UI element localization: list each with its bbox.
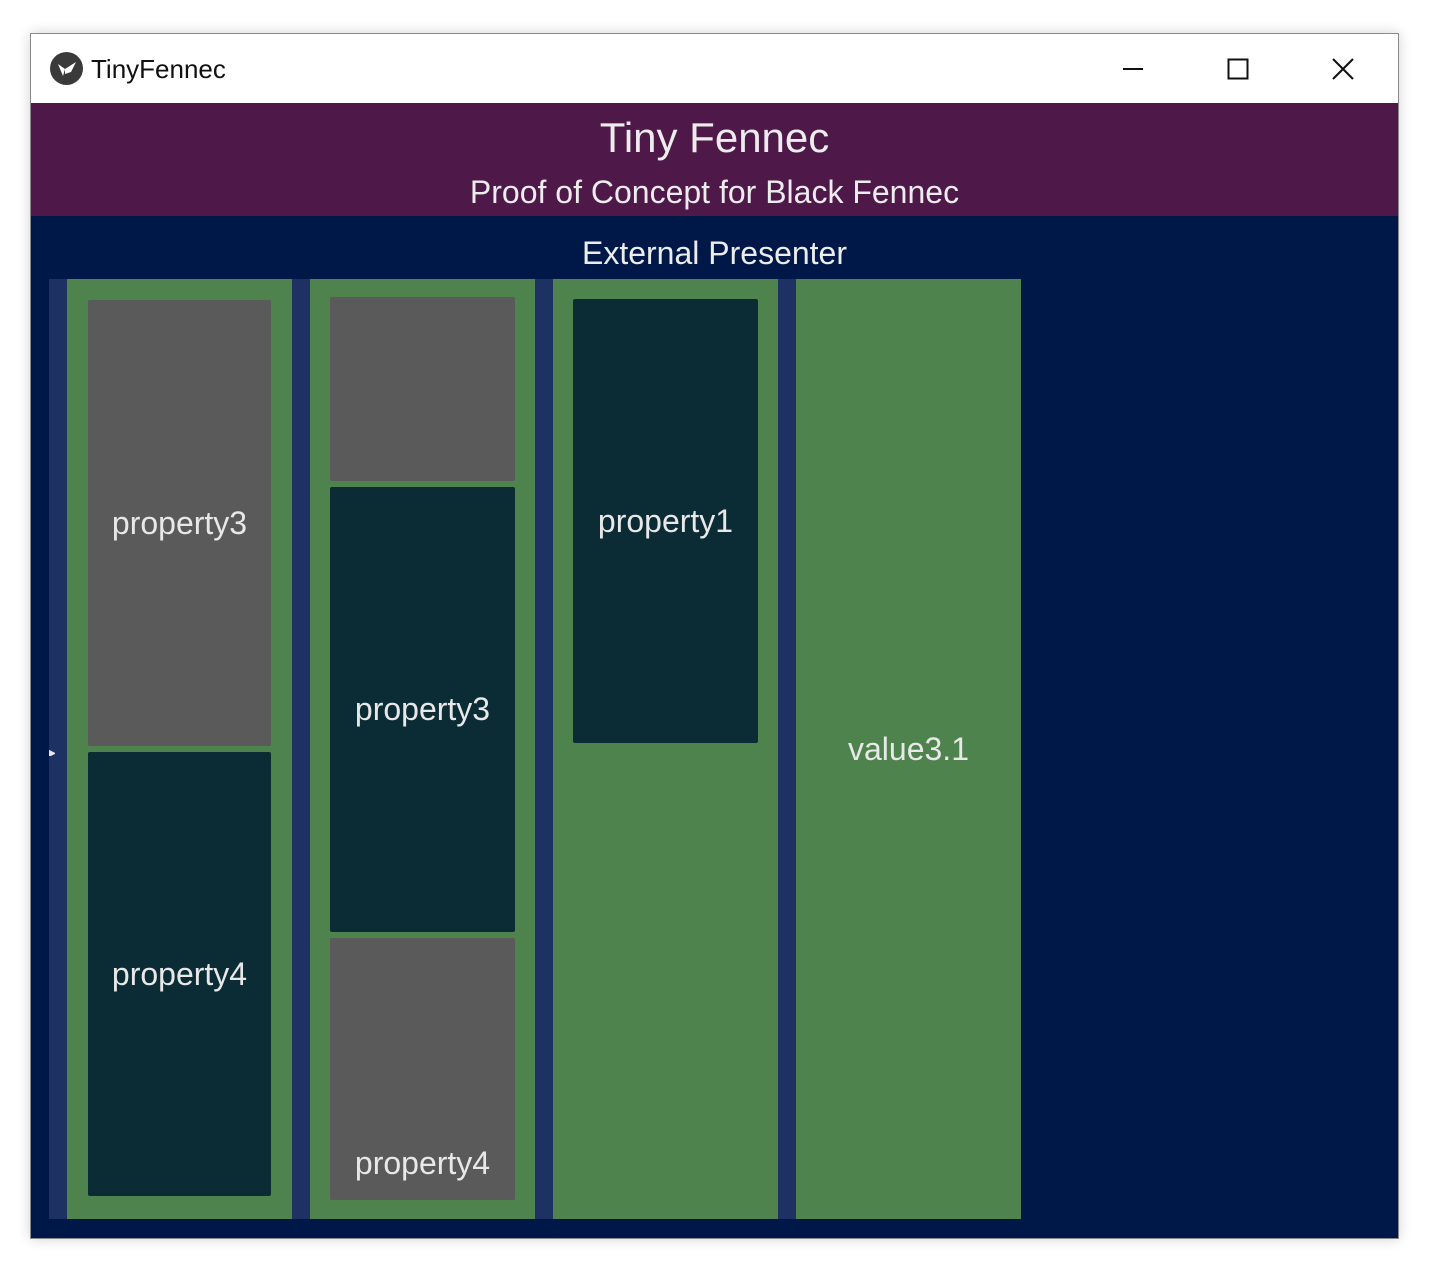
- page-title: Tiny Fennec: [599, 114, 830, 161]
- list-item[interactable]: [330, 297, 515, 481]
- window-title: TinyFennec: [91, 54, 226, 84]
- maximize-icon: [1227, 58, 1249, 79]
- column-4[interactable]: value3.1: [796, 279, 1021, 1219]
- list-item[interactable]: property3: [88, 300, 271, 746]
- list-item[interactable]: property3: [330, 487, 515, 932]
- minimize-button[interactable]: [1081, 34, 1185, 103]
- column-3[interactable]: property1: [553, 279, 778, 1219]
- close-button[interactable]: [1291, 34, 1395, 103]
- value-label: value3.1: [848, 731, 969, 767]
- close-icon: [1332, 57, 1354, 80]
- minimize-icon: [1123, 67, 1143, 70]
- list-item[interactable]: property4: [330, 938, 515, 1200]
- item-label: property4: [354, 1145, 491, 1181]
- list-item[interactable]: property4: [88, 752, 271, 1196]
- app-window: TinyFennec Tiny Fennec Proof of Concept …: [30, 33, 1399, 1239]
- column-2[interactable]: property3 property4: [310, 279, 535, 1219]
- maximize-button[interactable]: [1186, 34, 1290, 103]
- item-label: property1: [597, 502, 734, 539]
- item-label: property3: [354, 691, 491, 727]
- item-label: property4: [111, 955, 248, 992]
- presenter-label: External Presenter: [581, 235, 847, 271]
- page-subtitle: Proof of Concept for Black Fennec: [469, 174, 960, 210]
- column-1[interactable]: property3 property4: [67, 279, 292, 1219]
- presenter-area: External Presenter ▸ property3 property4…: [31, 216, 1398, 1238]
- item-label: property3: [111, 504, 248, 541]
- title-bar[interactable]: TinyFennec: [31, 34, 1398, 103]
- app-logo-icon: [50, 52, 83, 85]
- app-header: Tiny Fennec Proof of Concept for Black F…: [31, 103, 1398, 216]
- list-item[interactable]: property1: [573, 299, 758, 743]
- truncated-column-glyph: ▸: [49, 744, 55, 756]
